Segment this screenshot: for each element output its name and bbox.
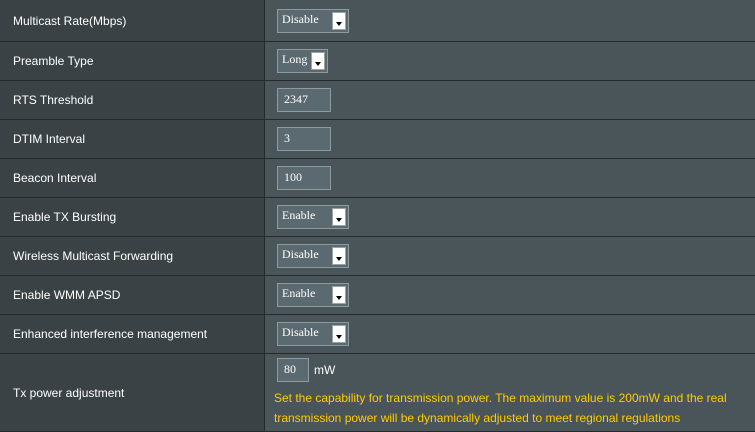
label-interference-management: Enhanced interference management [0,315,265,354]
tx-power-note: Set the capability for transmission powe… [274,390,727,425]
row-tx-power: Tx power adjustment 80 mW Set the capabi… [0,354,755,432]
label-dtim-interval: DTIM Interval [0,120,265,159]
label-preamble-type: Preamble Type [0,42,265,81]
beacon-interval-input[interactable]: 100 [277,166,331,190]
wmm-apsd-select[interactable]: Enable [277,283,349,307]
label-rts-threshold: RTS Threshold [0,81,265,120]
row-preamble-type: Preamble Type Long [0,42,755,81]
label-tx-power: Tx power adjustment [0,354,265,432]
dtim-interval-input[interactable]: 3 [277,127,331,151]
row-rts-threshold: RTS Threshold 2347 [0,81,755,120]
label-beacon-interval: Beacon Interval [0,159,265,198]
preamble-type-select[interactable]: Long [277,49,329,73]
row-tx-bursting: Enable TX Bursting Enable [0,198,755,237]
label-wmm-apsd: Enable WMM APSD [0,276,265,315]
wmm-apsd-value: Enable [282,286,316,300]
interference-management-value: Disable [282,325,319,339]
row-dtim-interval: DTIM Interval 3 [0,120,755,159]
multicast-rate-select[interactable]: Disable [277,8,349,33]
interference-management-select[interactable]: Disable [277,322,349,346]
tx-bursting-value: Enable [282,208,316,222]
label-multicast-rate: Multicast Rate(Mbps) [0,0,265,42]
preamble-type-value: Long [282,52,308,66]
row-interference-management: Enhanced interference management Disable [0,315,755,354]
tx-power-input[interactable]: 80 [277,357,309,382]
chevron-down-icon[interactable] [332,208,346,226]
tx-bursting-select[interactable]: Enable [277,205,349,229]
row-wmm-apsd: Enable WMM APSD Enable [0,276,755,315]
row-wireless-multicast-forwarding: Wireless Multicast Forwarding Disable [0,237,755,276]
wireless-multicast-forwarding-value: Disable [282,247,319,261]
wireless-professional-settings-table: Multicast Rate(Mbps) Disable Preamble Ty… [0,0,755,432]
chevron-down-icon[interactable] [332,11,346,30]
chevron-down-icon[interactable] [332,247,346,265]
row-multicast-rate: Multicast Rate(Mbps) Disable [0,0,755,42]
chevron-down-icon[interactable] [332,286,346,304]
wireless-multicast-forwarding-select[interactable]: Disable [277,244,349,268]
multicast-rate-value: Disable [282,11,319,26]
label-wireless-multicast-forwarding: Wireless Multicast Forwarding [0,237,265,276]
chevron-down-icon[interactable] [311,52,326,70]
label-tx-bursting: Enable TX Bursting [0,198,265,237]
chevron-down-icon[interactable] [332,325,346,343]
row-beacon-interval: Beacon Interval 100 [0,159,755,198]
rts-threshold-input[interactable]: 2347 [277,88,331,112]
tx-power-unit: mW [314,362,336,377]
